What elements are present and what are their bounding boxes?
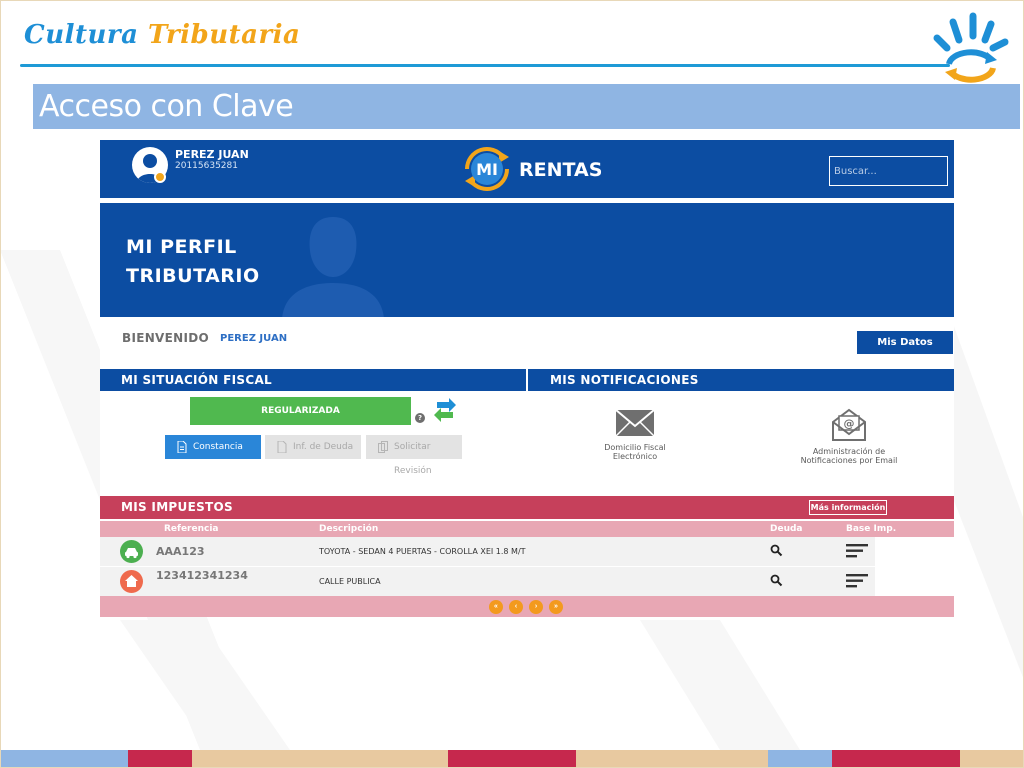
mi-rentas-logo: MI RENTAS [465,147,602,191]
solicitar-revision-label: Solicitar Revisión [394,442,432,476]
row-descripcion: TOYOTA - SEDAN 4 PUERTAS - COROLLA XEI 1… [319,547,526,556]
domicilio-fiscal-line1: Domicilio Fiscal [604,443,666,452]
table-row[interactable]: AAA123 TOYOTA - SEDAN 4 PUERTAS - COROLL… [100,537,875,566]
informe-deuda-button[interactable]: Inf. de Deuda [265,435,361,459]
mas-informacion-button[interactable]: Más información [809,500,887,515]
base-imponible-icon[interactable] [846,574,868,588]
profile-title-line2: TRIBUTARIO [126,265,260,287]
brand-underline [20,64,950,67]
profile-title: MI PERFIL TRIBUTARIO [126,233,260,291]
brand-wordmark: Cultura Tributaria [24,20,300,50]
profile-title-line1: MI PERFIL [126,236,237,258]
column-deuda: Deuda [770,524,803,534]
row-descripcion: CALLE PUBLICA [319,577,381,586]
constancia-label: Constancia [193,442,243,452]
taxes-pagination: « ‹ › » [100,596,954,617]
car-icon [120,540,143,563]
column-base-imponible: Base Imp. [846,524,897,534]
house-icon [120,570,143,593]
mi-rentas-screenshot: PEREZ JUAN 20115635281 MI RENTAS MI PERF… [100,140,954,617]
slide-title: Acceso con Clave [33,84,1020,129]
informe-deuda-label: Inf. de Deuda [293,442,354,452]
search-icon[interactable] [770,544,783,557]
search-input[interactable] [829,156,948,186]
row-referencia: 123412341234 [156,569,248,582]
search-icon[interactable] [770,574,783,587]
notificaciones-email-link[interactable]: @ Administración de Notificaciones por E… [784,408,914,465]
fiscal-section-header: MI SITUACIÓN FISCAL [100,369,526,391]
solicitar-revision-button[interactable]: Solicitar Revisión [366,435,462,476]
profile-silhouette-icon [282,217,384,317]
header-user-name: PEREZ JUAN [175,148,249,161]
base-imponible-icon[interactable] [846,544,868,558]
mis-datos-button[interactable]: Mis Datos [857,331,953,354]
help-icon[interactable]: ? [415,413,425,423]
header-user-cuit: 20115635281 [175,161,238,171]
document-icon [177,441,187,453]
sun-hand-logo-icon [933,12,1009,83]
constancia-button[interactable]: Constancia [165,435,261,459]
bottom-color-stripes [0,750,1024,768]
first-page-button[interactable]: « [489,600,503,614]
last-page-button[interactable]: » [549,600,563,614]
notificaciones-email-line1: Administración de [812,447,886,456]
column-descripcion: Descripción [319,524,379,534]
app-header: PEREZ JUAN 20115635281 MI RENTAS [100,140,954,198]
table-row[interactable]: 123412341234 CALLE PUBLICA [100,567,875,596]
welcome-user-name: PEREZ JUAN [220,333,288,344]
notificaciones-email-line2: Notificaciones por Email [800,456,898,465]
next-page-button[interactable]: › [529,600,543,614]
pdf-icon [277,441,287,453]
domicilio-fiscal-line2: Electrónico [612,452,658,461]
domicilio-fiscal-link[interactable]: Domicilio Fiscal Electrónico [585,408,685,461]
logo-mi-text: MI [476,160,498,179]
refresh-icon[interactable] [433,396,457,424]
profile-hero-banner: MI PERFIL TRIBUTARIO [100,203,954,317]
welcome-label: BIENVENIDO [122,331,210,345]
column-referencia: Referencia [164,524,219,534]
envelope-icon [615,409,655,437]
brand-word-cultura: Cultura [24,20,139,50]
avatar-edit-badge [154,171,166,183]
notifications-section-header: MIS NOTIFICACIONES [528,369,954,391]
taxes-table-header: Referencia Descripción Deuda Base Imp. [100,521,954,537]
svg-text:@: @ [844,417,855,430]
email-at-icon: @ [832,408,866,441]
row-referencia: AAA123 [156,545,205,558]
previous-page-button[interactable]: ‹ [509,600,523,614]
brand-word-tributaria: Tributaria [148,20,301,50]
logo-rentas-text: RENTAS [519,159,602,181]
copy-icon [378,441,388,453]
fiscal-status-badge: REGULARIZADA [190,397,411,425]
